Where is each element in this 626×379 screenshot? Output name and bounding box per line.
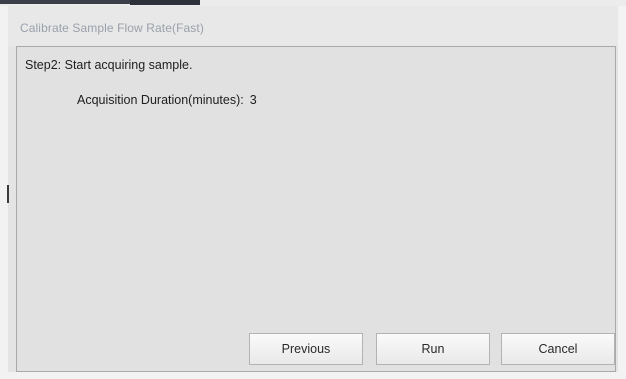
background-window-edge: [130, 0, 200, 5]
dialog-left-border-mark: [7, 185, 9, 203]
run-button[interactable]: Run: [376, 333, 490, 365]
acquisition-duration-label: Acquisition Duration(minutes):: [77, 93, 244, 107]
dialog-right-border: [618, 6, 626, 379]
step-instruction: Step2: Start acquiring sample.: [25, 58, 193, 72]
acquisition-duration-value: 3: [249, 93, 257, 107]
previous-button[interactable]: Previous: [249, 333, 363, 365]
background-window-edge: [0, 0, 150, 4]
dialog-bottom-border: [0, 372, 626, 379]
calibrate-dialog: Calibrate Sample Flow Rate(Fast) Step2: …: [0, 0, 626, 379]
content-panel: Step2: Start acquiring sample. Acquisiti…: [16, 46, 616, 372]
dialog-title: Calibrate Sample Flow Rate(Fast): [20, 21, 204, 35]
dialog-titlebar[interactable]: Calibrate Sample Flow Rate(Fast): [8, 6, 626, 46]
cancel-button[interactable]: Cancel: [501, 333, 615, 365]
acquisition-duration-row: Acquisition Duration(minutes): 3: [77, 93, 257, 107]
